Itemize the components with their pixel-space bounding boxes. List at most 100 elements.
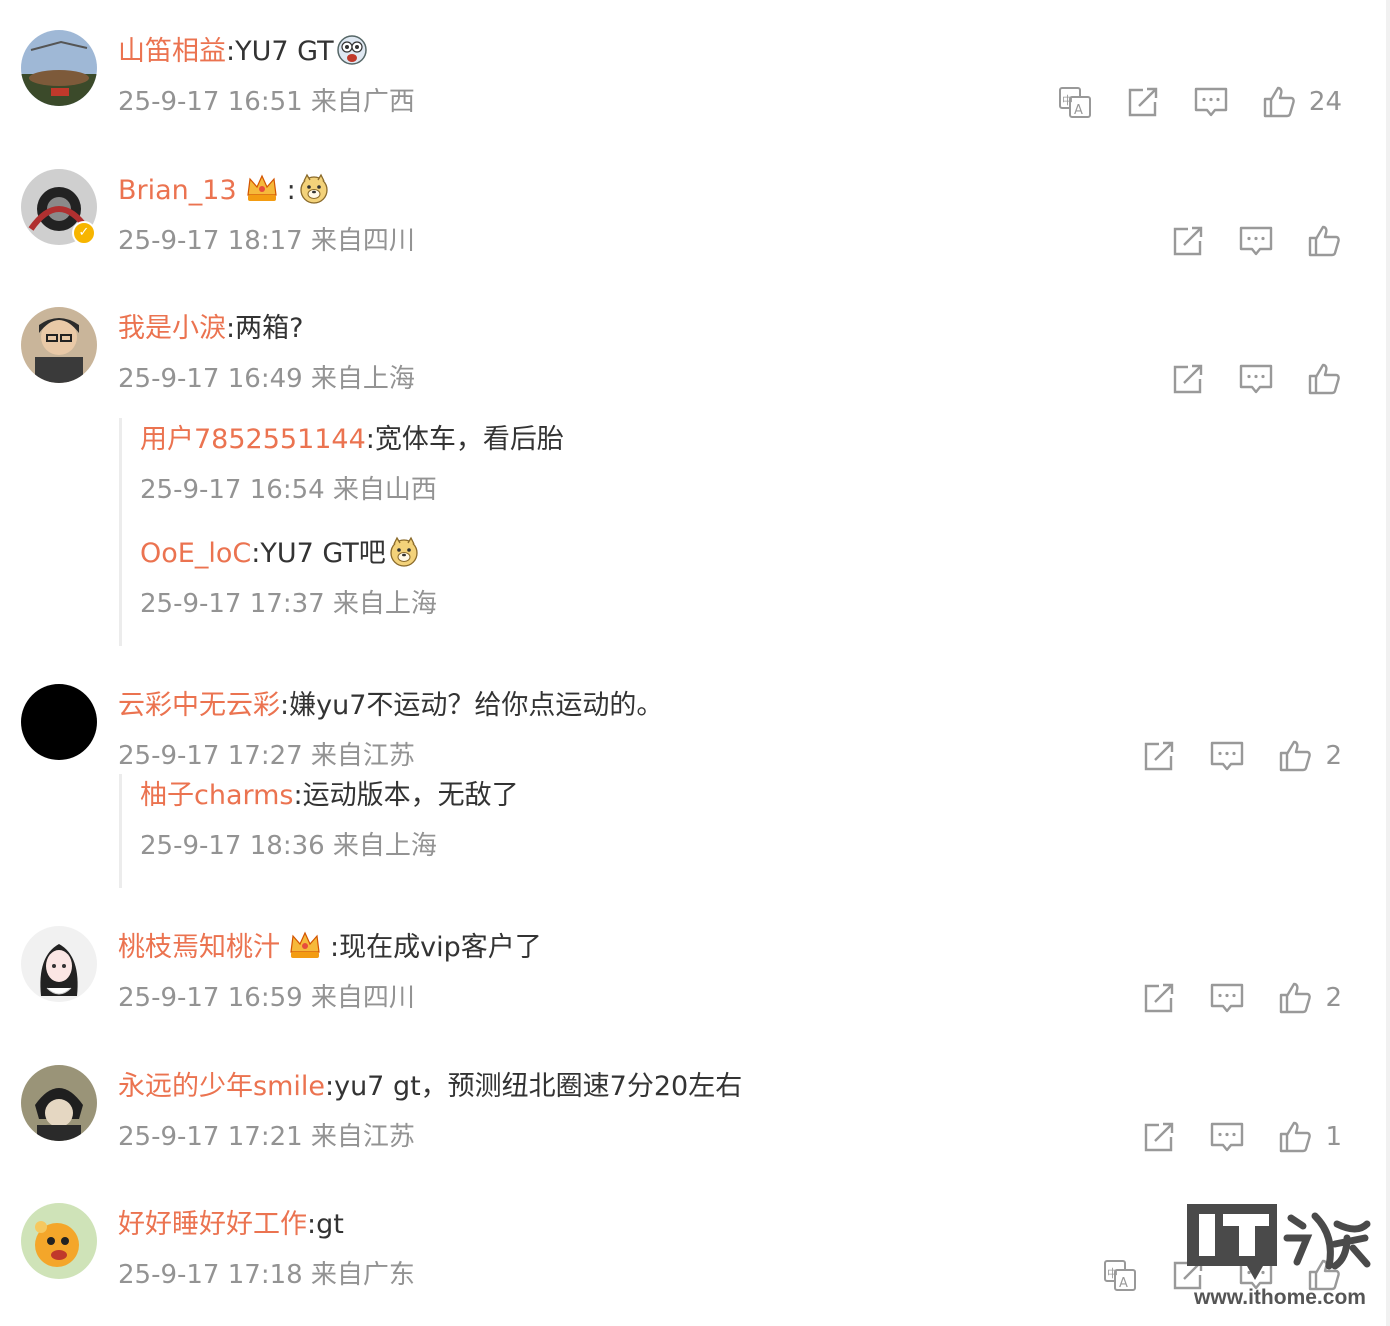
like-button[interactable]: 1 (1277, 1119, 1342, 1155)
like-button[interactable]: 24 (1261, 84, 1342, 120)
comment-item: 好好睡好好工作:gt 25-9-17 17:18 来自广东 中 A (0, 1173, 1390, 1303)
comment-actions: 中 A 24 (1025, 80, 1342, 124)
thumbs-up-icon (1280, 740, 1312, 772)
avatar[interactable] (21, 1065, 97, 1141)
vip-crown-icon (288, 930, 322, 960)
reply-thread: 用户7852551144:宽体车，看后胎 25-9-17 16:54 来自山西 Oo… (119, 418, 564, 646)
comment-text: 两箱? (235, 313, 304, 344)
doge-emoji (298, 173, 330, 205)
reply-text: 宽体车，看后胎 (374, 424, 564, 455)
separator-colon: : (307, 1209, 317, 1240)
username-link[interactable]: 永远的少年smile (118, 1071, 325, 1102)
thumbs-up-icon (1308, 363, 1340, 395)
separator-colon: : (280, 690, 290, 721)
comment-meta: 25-9-17 17:18 来自广东 (118, 1260, 415, 1290)
reply-text: 运动版本，无敌了 (302, 780, 519, 811)
like-button[interactable]: 2 (1277, 980, 1342, 1016)
avatar[interactable] (21, 307, 97, 383)
translate-icon[interactable]: 中A (1102, 1257, 1138, 1293)
share-icon[interactable] (1170, 223, 1206, 259)
username-link[interactable]: 好好睡好好工作 (118, 1209, 307, 1240)
separator-colon: : (293, 780, 303, 811)
comment-line: 好好睡好好工作:gt (118, 1207, 344, 1243)
reply-icon[interactable] (1209, 1119, 1245, 1155)
like-count: 2 (1325, 741, 1342, 771)
reply-icon[interactable] (1193, 84, 1229, 120)
like-button[interactable] (1306, 361, 1342, 397)
comment-actions (1138, 357, 1342, 401)
share-icon[interactable] (1141, 1119, 1177, 1155)
comment-text: gt (316, 1209, 344, 1240)
like-button[interactable] (1306, 223, 1342, 259)
separator-colon: : (286, 175, 296, 206)
like-button[interactable]: 2 (1277, 738, 1342, 774)
avatar[interactable] (21, 1203, 97, 1279)
separator-colon: : (226, 36, 236, 67)
avatar[interactable] (21, 30, 97, 106)
comment-meta: 25-9-17 16:51 来自广西 (118, 87, 415, 117)
username-link[interactable]: 云彩中无云彩 (118, 690, 280, 721)
doge-emoji (388, 536, 420, 568)
reply-line: 柚子charms:运动版本，无敌了 (140, 778, 519, 814)
comment-actions: 1 (1109, 1115, 1342, 1159)
avatar[interactable] (21, 684, 97, 760)
separator-colon: : (251, 538, 261, 569)
comment-actions (1138, 219, 1342, 263)
thumbs-up-icon (1263, 86, 1295, 118)
comment-meta: 25-9-17 16:49 来自上海 (118, 364, 415, 394)
share-icon[interactable] (1141, 738, 1177, 774)
separator-colon: : (324, 1071, 335, 1102)
avatar[interactable] (21, 926, 97, 1002)
thumbs-up-icon (1308, 225, 1340, 257)
comment-meta: 25-9-17 17:21 来自江苏 (118, 1122, 415, 1152)
reply-thread: 柚子charms:运动版本，无敌了 25-9-17 18:36 来自上海 (119, 774, 519, 888)
share-icon[interactable] (1170, 361, 1206, 397)
comment-line: Brian_13: (118, 173, 330, 209)
verified-badge: ✓ (72, 221, 96, 245)
comment-text: YU7 GT (235, 36, 334, 67)
comment-line: 山笛相益:YU7 GT (118, 34, 368, 70)
comment-item: 永远的少年smile:yu7 gt，预测纽北圈速7分20左右 25-9-17 17… (0, 1035, 1390, 1165)
ithome-logo (1187, 1204, 1371, 1280)
comment-item: ✓ Brian_13: 25-9-17 18:17 来自四川 (0, 139, 1390, 269)
comment-item: 桃枝焉知桃汁:现在成vip客户了 25-9-17 16:59 来自四川 2 (0, 896, 1390, 1026)
thumbs-up-icon (1280, 1121, 1312, 1153)
username-link[interactable]: Brian_13 (118, 175, 237, 206)
separator-colon: : (226, 313, 236, 344)
svg-text:中: 中 (1107, 1267, 1118, 1280)
reply-icon[interactable] (1238, 361, 1274, 397)
comment-line: 云彩中无云彩:嫌yu7不运动？给你点运动的。 (118, 688, 663, 724)
reply-icon[interactable] (1238, 223, 1274, 259)
comment-item: 山笛相益:YU7 GT 25-9-17 16:51 来自广西 中 A 24 (0, 0, 1390, 130)
comment-meta: 25-9-17 16:59 来自四川 (118, 983, 415, 1013)
username-link[interactable]: 山笛相益 (118, 36, 226, 67)
reply-username-link[interactable]: 柚子charms (140, 780, 294, 811)
comment-text: 嫌yu7不运动？给你点运动的。 (289, 690, 664, 721)
comment-line: 我是小淚:两箱? (118, 311, 303, 347)
reply-meta: 25-9-17 17:37 来自上海 (140, 589, 437, 619)
svg-text:A: A (1074, 103, 1083, 118)
username-link[interactable]: 我是小淚 (118, 313, 226, 344)
like-count: 1 (1325, 1122, 1342, 1152)
comment-meta: 25-9-17 18:17 来自四川 (118, 226, 415, 256)
reply-icon[interactable] (1209, 738, 1245, 774)
thumbs-up-icon (1280, 982, 1312, 1014)
separator-colon: : (365, 424, 375, 455)
reply-username-link[interactable]: 用户7852551144 (140, 424, 366, 455)
like-count: 2 (1325, 983, 1342, 1013)
translate-icon[interactable]: 中A (1057, 84, 1093, 120)
reply-meta: 25-9-17 18:36 来自上海 (140, 831, 437, 861)
reply-meta: 25-9-17 16:54 来自山西 (140, 475, 437, 505)
comment-meta: 25-9-17 17:27 来自江苏 (118, 741, 415, 771)
share-icon[interactable] (1125, 84, 1161, 120)
separator-colon: : (330, 932, 340, 963)
comment-text: 现在成vip客户了 (339, 932, 542, 963)
username-link[interactable]: 桃枝焉知桃汁 (118, 932, 280, 963)
reply-icon[interactable] (1209, 980, 1245, 1016)
vip-crown-icon (245, 173, 279, 203)
share-icon[interactable] (1141, 980, 1177, 1016)
svg-text:A: A (1119, 1276, 1128, 1291)
comment-text: yu7 gt，预测纽北圈速7分20左右 (334, 1071, 743, 1102)
ithome-url: www.ithome.com (1194, 1286, 1366, 1309)
reply-username-link[interactable]: OoE_loC (140, 538, 251, 569)
